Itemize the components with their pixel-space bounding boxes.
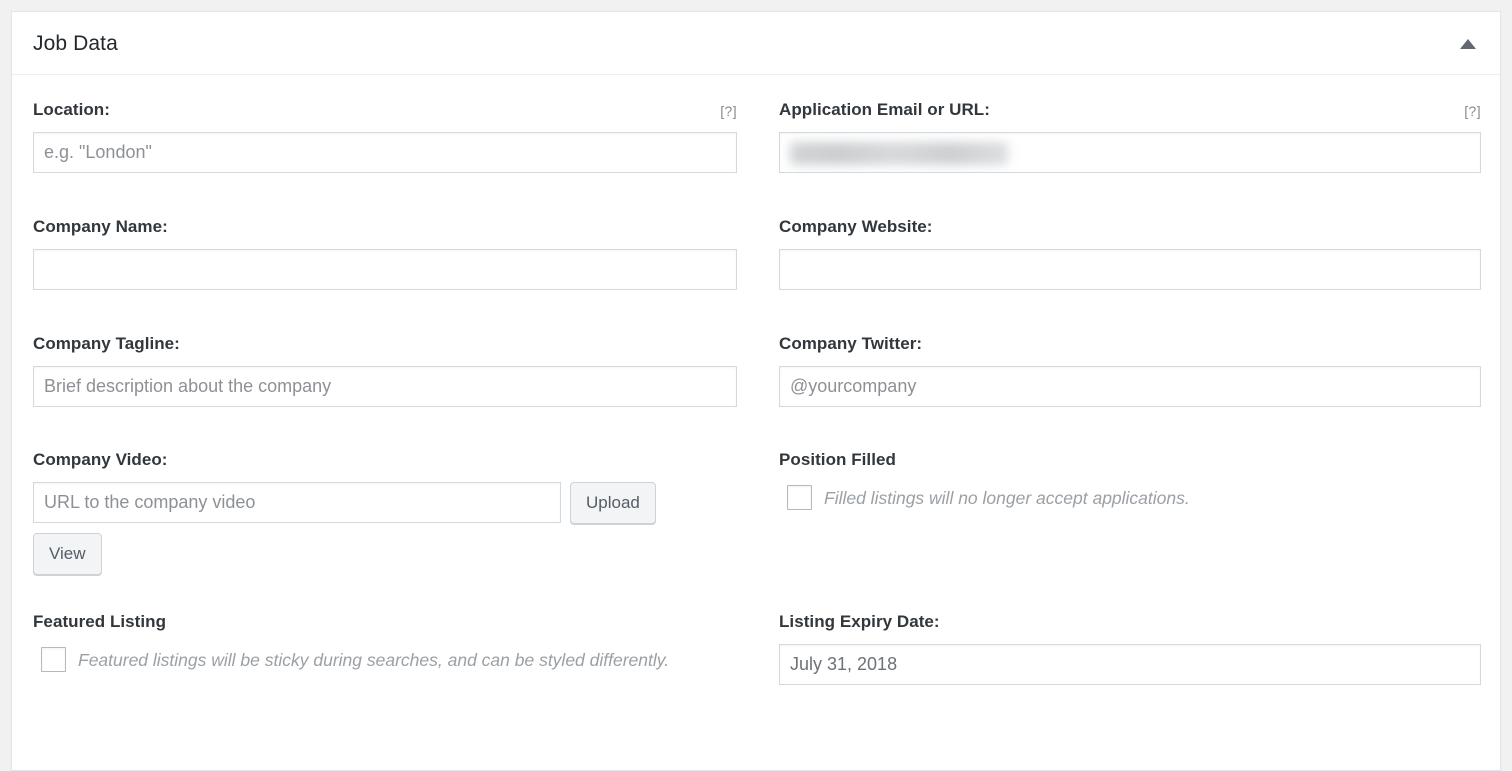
panel-collapse-toggle-button[interactable] <box>1450 26 1486 62</box>
company-tagline-input[interactable] <box>33 366 737 407</box>
triangle-up-icon <box>1460 39 1476 49</box>
redacted-value-overlay <box>790 142 1008 165</box>
company-website-label: Company Website: <box>779 217 933 236</box>
company-name-label: Company Name: <box>33 217 168 236</box>
company-name-input[interactable] <box>33 249 737 290</box>
listing-expiry-label: Listing Expiry Date: <box>779 612 940 631</box>
field-company-name: Company Name: <box>33 216 737 290</box>
company-video-input[interactable] <box>33 482 561 523</box>
job-data-panel: Job Data Location: [?] Application Email… <box>11 11 1501 771</box>
field-company-tagline: Company Tagline: <box>33 333 737 407</box>
featured-listing-row: Featured listings will be sticky during … <box>33 645 737 676</box>
application-label-text: Application Email or URL: <box>779 100 990 119</box>
field-company-website: Company Website: <box>779 216 1481 290</box>
application-label: Application Email or URL: [?] <box>779 99 1481 121</box>
featured-listing-label: Featured Listing <box>33 612 167 631</box>
position-filled-row: Filled listings will no longer accept ap… <box>779 483 1481 514</box>
page-title: Job Data <box>33 32 118 55</box>
field-company-twitter: Company Twitter: <box>779 333 1481 407</box>
featured-listing-description: Featured listings will be sticky during … <box>78 650 670 670</box>
position-filled-label: Position Filled <box>779 450 896 469</box>
field-company-video: Company Video: Upload View <box>33 449 737 575</box>
upload-button[interactable]: Upload <box>570 482 656 524</box>
location-input[interactable] <box>33 132 737 173</box>
view-button[interactable]: View <box>33 533 102 575</box>
position-filled-description: Filled listings will no longer accept ap… <box>824 488 1190 508</box>
field-featured-listing: Featured Listing Featured listings will … <box>33 611 737 676</box>
application-help-icon[interactable]: [?] <box>1464 100 1481 122</box>
location-label-text: Location: <box>33 100 110 119</box>
location-label: Location: [?] <box>33 99 737 121</box>
company-tagline-label: Company Tagline: <box>33 334 180 353</box>
field-listing-expiry-date: Listing Expiry Date: <box>779 611 1481 685</box>
company-twitter-input[interactable] <box>779 366 1481 407</box>
company-video-label: Company Video: <box>33 450 168 469</box>
field-application-email-or-url: Application Email or URL: [?] <box>779 99 1481 173</box>
company-website-input[interactable] <box>779 249 1481 290</box>
field-location: Location: [?] <box>33 99 737 173</box>
company-twitter-label: Company Twitter: <box>779 334 923 353</box>
listing-expiry-input[interactable] <box>779 644 1481 685</box>
panel-header: Job Data <box>12 12 1500 75</box>
company-video-controls: Upload <box>33 482 737 524</box>
location-help-icon[interactable]: [?] <box>720 100 737 122</box>
position-filled-checkbox[interactable] <box>787 485 812 510</box>
application-input[interactable] <box>779 132 1481 173</box>
field-position-filled: Position Filled Filled listings will no … <box>779 449 1481 514</box>
featured-listing-checkbox[interactable] <box>41 647 66 672</box>
